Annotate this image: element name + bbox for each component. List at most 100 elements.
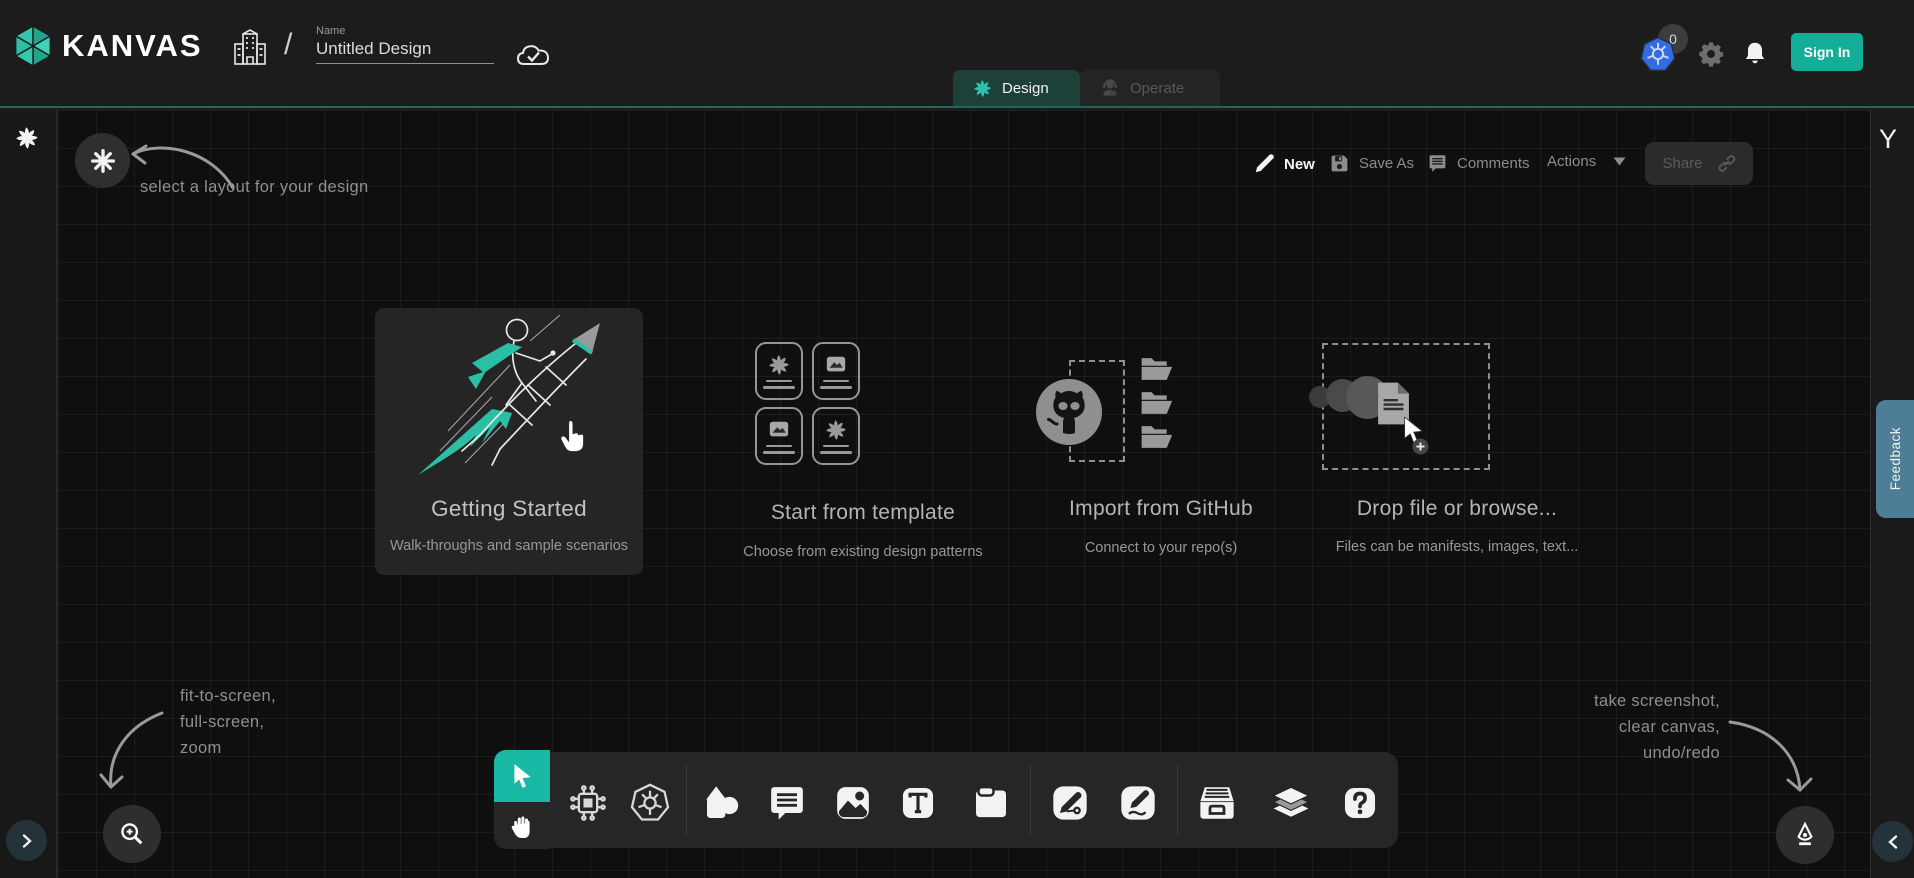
settings-gear-icon[interactable] <box>1697 40 1725 68</box>
repo-folder-icon <box>1139 357 1177 381</box>
y-tool-icon[interactable]: Y <box>1879 124 1897 155</box>
sign-in-button[interactable]: Sign In <box>1791 33 1863 71</box>
text-tool-button[interactable] <box>896 781 940 825</box>
layout-hint-text: select a layout for your design <box>140 178 369 197</box>
app-title: KANVAS <box>62 28 203 64</box>
hand-pan-icon <box>510 813 534 839</box>
github-icon <box>1035 378 1103 446</box>
pen-tool-button[interactable] <box>1048 781 1092 825</box>
hint-arrow-to-tools <box>1718 710 1818 810</box>
notifications-bell-icon[interactable] <box>1742 39 1768 67</box>
pointer-hand-cursor-icon <box>558 418 588 454</box>
card-title: Import from GitHub <box>1011 497 1311 521</box>
image-icon <box>833 783 873 823</box>
design-spiral-icon <box>973 79 992 98</box>
meshery-spiral-icon[interactable] <box>15 126 39 150</box>
pencil-draw-icon <box>1118 783 1158 823</box>
comment-tool-button[interactable] <box>765 781 809 825</box>
add-plus-badge <box>1412 438 1429 455</box>
kanvas-app: KANVAS / Name Design <box>0 0 1914 878</box>
repo-folder-icon <box>1139 425 1177 449</box>
text-icon <box>899 784 937 822</box>
chevron-left-icon <box>1886 835 1900 849</box>
zoom-button[interactable] <box>103 805 161 863</box>
card-subtitle: Files can be manifests, images, text... <box>1307 539 1607 555</box>
pencil-icon <box>1253 153 1275 175</box>
template-thumb-design <box>812 407 860 465</box>
import-from-github-card[interactable] <box>1013 340 1253 570</box>
drawer-archive-icon <box>1196 782 1238 824</box>
expand-left-panel-button[interactable] <box>6 820 47 861</box>
chevron-right-icon <box>20 834 34 848</box>
template-image-icon <box>823 354 849 376</box>
card-title: Start from template <box>713 501 1013 525</box>
comment-bubble-icon <box>767 783 807 823</box>
rocket-illustration <box>410 313 620 488</box>
toolbar-divider <box>686 764 687 836</box>
chevron-down-icon <box>1613 157 1626 166</box>
note-tool-button[interactable] <box>969 781 1013 825</box>
feedback-tab[interactable]: Feedback <box>1876 400 1914 518</box>
select-tool-button[interactable] <box>494 750 550 802</box>
card-subtitle: Connect to your repo(s) <box>1011 540 1311 556</box>
tab-design[interactable]: Design <box>953 70 1080 106</box>
layout-asterisk-icon <box>90 148 116 174</box>
drawer-tool-button[interactable] <box>1195 781 1239 825</box>
pan-tool-button[interactable] <box>494 802 550 849</box>
drawing-tools-button[interactable] <box>1776 806 1834 864</box>
shapes-icon <box>702 783 742 823</box>
repo-folder-icon <box>1139 391 1177 415</box>
layers-icon <box>1269 781 1313 825</box>
breadcrumb-slash: / <box>284 28 292 62</box>
card-title: Getting Started <box>375 496 643 522</box>
kubernetes-wheel-icon <box>629 782 671 824</box>
kubernetes-context-icon[interactable] <box>1640 36 1676 72</box>
cloud-save-status-icon <box>515 40 551 70</box>
operator-icon <box>1100 78 1120 98</box>
design-name-input[interactable] <box>316 37 494 64</box>
kanvas-logo-icon[interactable] <box>12 24 54 68</box>
actions-dropdown[interactable]: Actions <box>1547 153 1626 170</box>
template-image-icon <box>766 419 792 441</box>
shapes-tool-button[interactable] <box>700 781 744 825</box>
freehand-draw-button[interactable] <box>1116 781 1160 825</box>
comment-icon <box>1427 153 1448 174</box>
card-subtitle: Walk-throughs and sample scenarios <box>375 538 643 554</box>
sticky-note-icon <box>971 783 1011 823</box>
pen-tool-icon <box>1050 783 1090 823</box>
save-as-button[interactable]: Save As <box>1329 153 1414 174</box>
canvas-tools-hint: take screenshot, clear canvas, undo/redo <box>1420 688 1720 766</box>
help-tool-button[interactable] <box>1338 781 1382 825</box>
cursor-select-icon <box>510 763 534 789</box>
header-bar: KANVAS / Name Design <box>0 0 1914 108</box>
template-thumb-design <box>755 342 803 400</box>
template-spiral-icon <box>825 419 847 441</box>
toolbar-divider <box>1177 764 1178 836</box>
pen-nib-icon <box>1791 821 1819 849</box>
start-from-template-card[interactable] <box>698 320 1018 580</box>
save-icon <box>1329 153 1350 174</box>
organization-icon[interactable] <box>232 28 268 68</box>
design-canvas[interactable]: select a layout for your design New Save… <box>58 110 1870 878</box>
share-button[interactable]: Share <box>1645 142 1753 185</box>
magnifier-plus-icon <box>118 820 146 848</box>
comments-button[interactable]: Comments <box>1427 153 1530 174</box>
image-tool-button[interactable] <box>831 781 875 825</box>
tab-operate[interactable]: Operate <box>1080 70 1220 106</box>
card-title: Drop file or browse... <box>1307 497 1607 521</box>
hint-arrow-to-zoom <box>86 705 176 805</box>
new-design-button[interactable]: New <box>1253 153 1315 175</box>
left-dock <box>0 110 57 878</box>
question-mark-icon <box>1341 784 1379 822</box>
card-subtitle: Choose from existing design patterns <box>703 544 1023 560</box>
zoom-controls-hint: fit-to-screen, full-screen, zoom <box>180 683 276 761</box>
template-thumb-image <box>812 342 860 400</box>
component-chip-icon <box>568 783 608 823</box>
kubernetes-tool-button[interactable] <box>628 781 672 825</box>
layers-tool-button[interactable] <box>1269 781 1313 825</box>
component-tool-button[interactable] <box>566 781 610 825</box>
bottom-toolbar <box>494 750 1398 849</box>
link-icon <box>1717 154 1736 173</box>
toolbar-divider <box>1030 764 1031 836</box>
expand-right-panel-button[interactable] <box>1872 821 1913 862</box>
